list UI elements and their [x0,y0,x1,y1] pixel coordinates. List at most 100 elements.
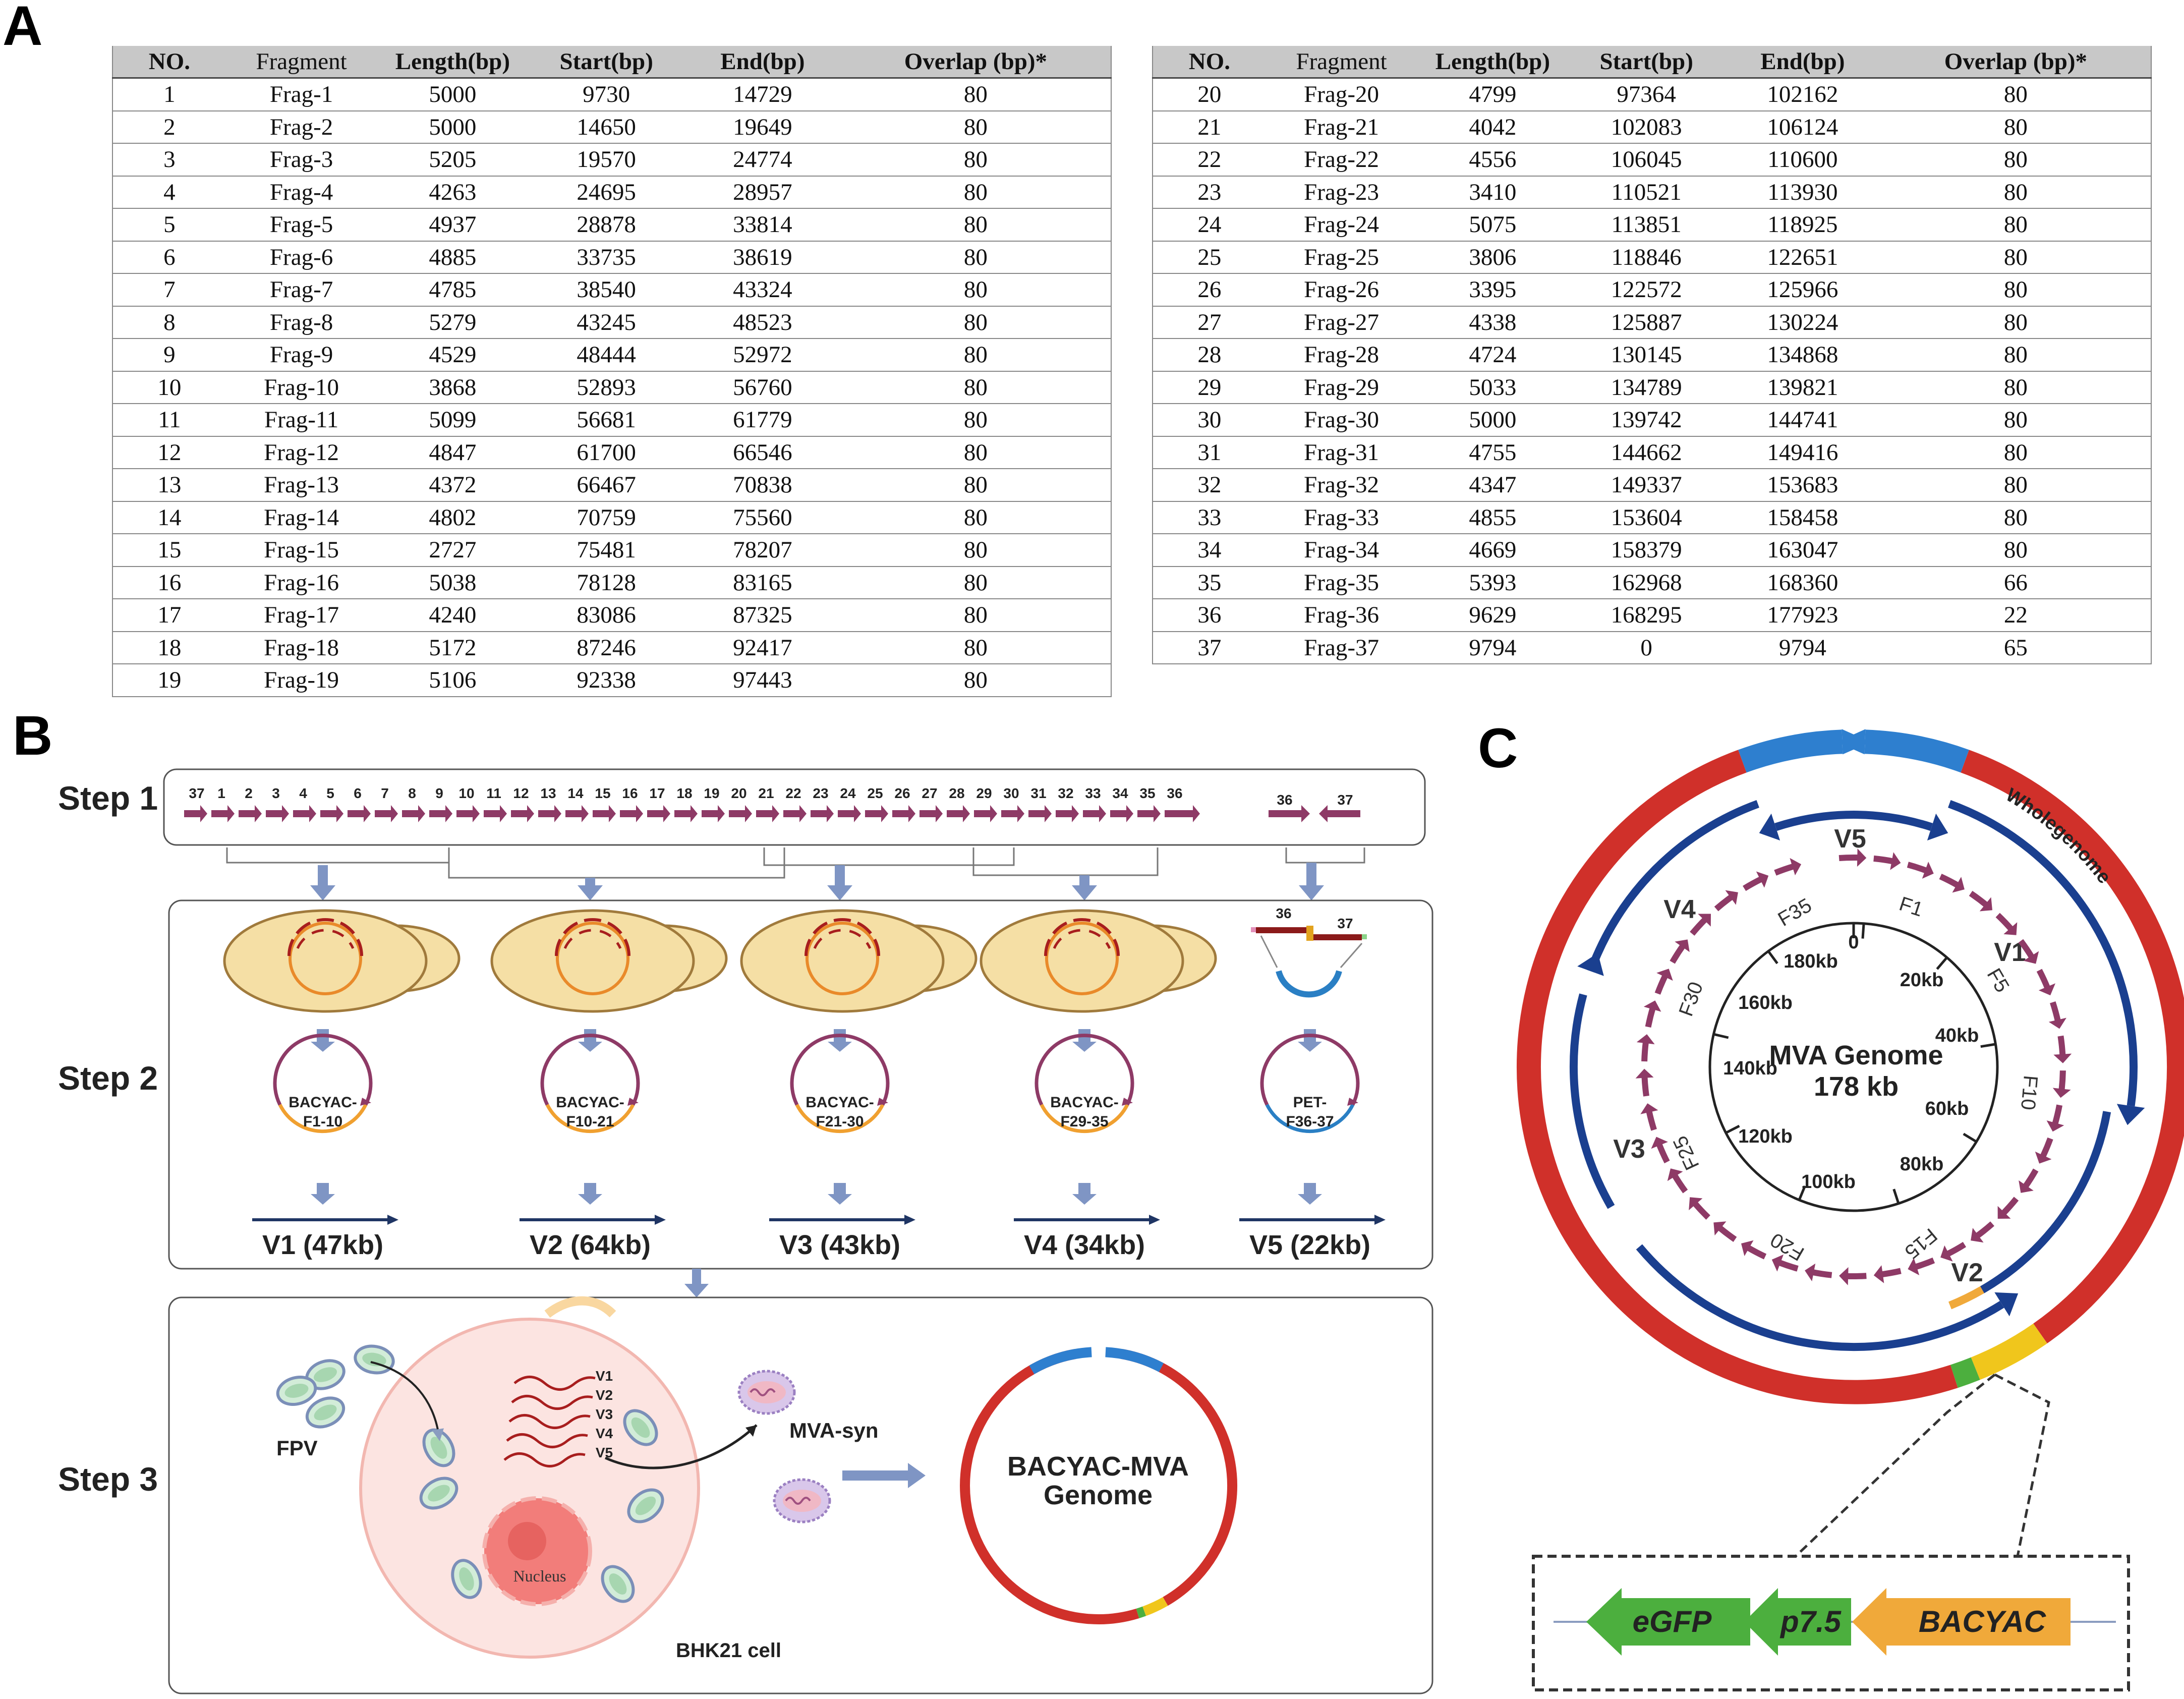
fragment-arrow [211,805,235,822]
overlap-arc [1029,1347,1092,1375]
fragment-arrow [647,805,670,822]
down-arrow [578,1183,602,1205]
down-arrow [828,1183,852,1205]
fragment-arc [1746,1244,1767,1260]
fragment-number: 6 [354,785,362,801]
fragment-arrow [593,805,616,822]
fragment-number: 29 [976,785,992,801]
fragment-arc [1672,1173,1688,1194]
mva-syn-label: MVA-syn [789,1419,879,1442]
pet-fragment-label: 36 [1276,905,1291,921]
fragment-number: 15 [595,785,610,801]
fragment-arrowhead [2052,1088,2071,1098]
plasmid: PET- F36-37 V5 (22kb) [1239,1029,1386,1260]
fragment-arrow [838,805,861,822]
version-label: V5 [1834,824,1866,854]
version-label: V4 [1663,895,1696,924]
fragment-arc [1692,1201,1710,1220]
version-arrowhead [904,1215,915,1225]
fragment-arc [1774,863,1795,876]
fragment-arrow [239,805,262,822]
fragment-arc [1641,1041,1649,1062]
down-arrow [578,1029,602,1052]
step1-label: Step 1 [58,779,158,817]
fragment-number: 32 [1058,785,1073,801]
fragment-arrow [484,805,507,822]
fragment-arrow [266,805,289,822]
step1-down-arrows [310,863,1324,900]
version-arc-v4 [1570,993,1615,1209]
bhk21-cell: Nucleus [359,1296,700,1659]
fragment-arrow [293,805,316,822]
fragment-arc [2000,1197,2019,1216]
version-label: V1 (47kb) [262,1230,383,1260]
fragment-arc [1907,862,1928,874]
version-label: V3 (43kb) [779,1230,900,1260]
fragment-number: 34 [1112,785,1128,801]
fragment-number: 23 [813,785,828,801]
scale-tick-label: 160kb [1738,992,1793,1013]
fragment-number: 11 [486,785,501,801]
fragment-arc [1670,943,1686,964]
fragment-number: 1 [217,785,225,801]
fragment-arc [1811,1269,1832,1278]
dna-strand-label: V1 [596,1368,613,1384]
fragment-label: F35 [1774,894,1816,931]
overlap-arc [1105,1347,1164,1372]
fragment-arrowhead [1873,1265,1884,1283]
fragment-arc [1645,1006,1656,1028]
plasmid-name-line2: F10-21 [566,1113,614,1130]
fragment-arrow [1001,805,1024,822]
fragment-number: 26 [894,785,910,801]
plasmid: BACYAC- F10-21 V2 (64kb) [520,1029,666,1260]
grouping-brackets [226,847,1365,879]
scale-tick-label: 180kb [1784,951,1838,972]
fragment-arrow [538,805,561,822]
plasmid-name-line1: BACYAC- [289,1094,357,1111]
fragment-arrow [1083,805,1106,822]
cassette-label: eGFP [1633,1605,1712,1638]
fragment-number: 27 [922,785,937,801]
scale-tick-label: 20kb [1900,970,1944,991]
overlap-arc [1864,729,1969,773]
yeast-cells [223,909,1217,1013]
plasmid-name-line1: BACYAC- [1050,1094,1119,1111]
fragment-number: 35 [1139,785,1155,801]
down-arrow [311,1183,335,1205]
fragment-label: F5 [1983,965,2014,996]
yeast-body [490,909,695,1013]
fragment-arc [1945,1241,1967,1257]
step2-label: Step 2 [58,1059,158,1097]
scale-tick-label: 80kb [1900,1154,1944,1175]
fragment-arrow [674,805,698,822]
v5-fragment-pair: 36 37 [1269,792,1360,822]
fpv-label: FPV [276,1436,318,1460]
fragment-arc [1995,913,2014,932]
fragment-arc [1969,890,1989,908]
down-arrow [1072,1029,1097,1052]
cassette-label: BACYAC [1919,1605,2047,1638]
plasmid-name-line2: F29-35 [1060,1113,1108,1130]
yeast-cell [223,909,461,1013]
fragment-arrow [1165,805,1200,822]
fragment-number: 28 [949,785,964,801]
plasmid: BACYAC- F1-10 V1 (47kb) [252,1029,398,1260]
version-arrowhead [1374,1215,1386,1225]
genome-label-line2: Genome [1044,1480,1153,1510]
plasmid: BACYAC- F21-30 V3 (43kb) [769,1029,915,1260]
version-label: V2 (64kb) [530,1230,651,1260]
fragment-label: F1 [1896,892,1926,921]
yeast-body [740,909,945,1013]
pet-end [1251,927,1256,932]
pet-link [1340,943,1363,968]
version-arrowhead [1149,1215,1160,1225]
fragment-arc [1656,1142,1670,1164]
fragment-number: 3 [272,785,280,801]
fragment-arrow [756,805,779,822]
scale-tick [1892,1188,1900,1204]
fragment-arrow [1056,805,1079,822]
fragment-label: F30 [1675,979,1707,1020]
fragment-number: 18 [676,785,692,801]
fragment-number: 33 [1085,785,1101,801]
egfp-insert [1136,1606,1146,1618]
